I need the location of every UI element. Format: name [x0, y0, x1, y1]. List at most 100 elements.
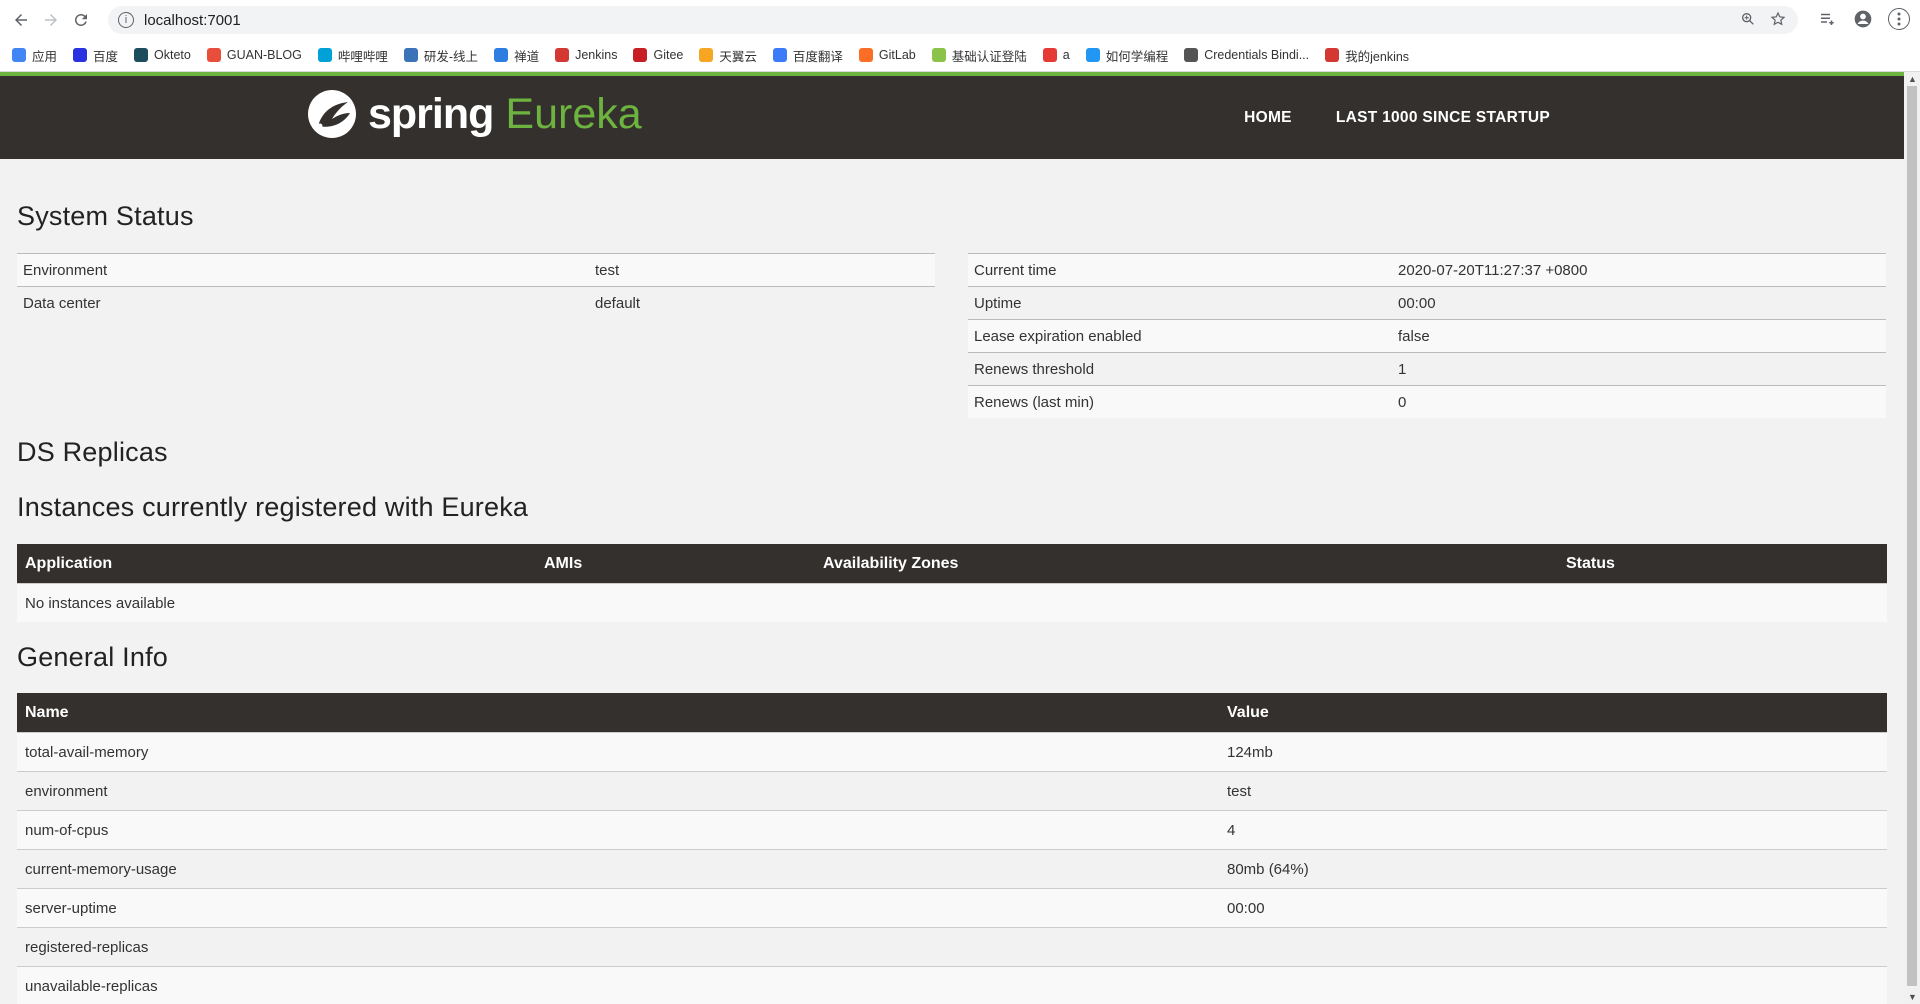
bookmark-favicon-icon	[403, 48, 418, 62]
table-row: Current time 2020-07-20T11:27:37 +0800	[968, 253, 1886, 287]
system-status-right-table: Current time 2020-07-20T11:27:37 +0800 U…	[968, 253, 1886, 418]
table-row: registered-replicas	[17, 927, 1887, 967]
spring-leaf-icon	[308, 90, 356, 138]
info-name: registered-replicas	[17, 927, 1219, 967]
eureka-page: spring Eureka HOME LAST 1000 SINCE START…	[0, 72, 1904, 1004]
bookmark-item[interactable]: Jenkins	[555, 48, 617, 62]
bookmark-label: 基础认证登陆	[951, 49, 1027, 64]
no-instances-text: No instances available	[17, 583, 1887, 622]
logo-word-spring: spring	[368, 89, 494, 138]
reading-list-icon[interactable]	[1816, 8, 1838, 30]
bookmark-label: 天翼云	[719, 49, 757, 64]
status-value: default	[589, 286, 935, 319]
bookmark-favicon-icon	[555, 48, 570, 62]
bookmark-favicon-icon	[12, 48, 26, 62]
status-value: 1	[1392, 352, 1886, 386]
site-info-icon[interactable]: i	[118, 12, 134, 28]
url-text[interactable]: localhost:7001	[144, 12, 241, 29]
bookmark-favicon-icon	[633, 48, 648, 62]
col-name: Name	[17, 693, 1219, 733]
bookmark-item[interactable]: GUAN-BLOG	[206, 48, 302, 62]
bookmark-item[interactable]: 我的jenkins	[1325, 46, 1409, 65]
scroll-down-icon[interactable]: ▼	[1908, 992, 1917, 1002]
info-name: total-avail-memory	[17, 732, 1219, 772]
instances-table: Application AMIs Availability Zones Stat…	[17, 544, 1887, 622]
col-application: Application	[17, 544, 536, 584]
bookmark-label: a	[1062, 48, 1070, 62]
status-name: Renews threshold	[968, 352, 1392, 386]
spring-eureka-logo[interactable]: spring Eureka	[306, 88, 642, 140]
top-navbar: spring Eureka HOME LAST 1000 SINCE START…	[0, 72, 1904, 159]
bookmark-favicon-icon	[1184, 48, 1199, 62]
bookmark-item[interactable]: 禅道	[494, 46, 539, 65]
bookmark-item[interactable]: 天翼云	[699, 46, 757, 65]
back-icon[interactable]	[6, 5, 36, 35]
bookmark-item[interactable]: 哔哩哔哩	[317, 46, 388, 65]
status-name: Lease expiration enabled	[968, 319, 1392, 353]
table-row: Lease expiration enabled false	[968, 319, 1886, 353]
browser-menu-icon[interactable]	[1888, 8, 1910, 30]
bookmark-label: 如何学编程	[1105, 49, 1169, 64]
info-value: 4	[1219, 810, 1887, 850]
bookmark-item[interactable]: Credentials Bindi...	[1184, 48, 1309, 62]
zoom-icon[interactable]	[1740, 11, 1756, 32]
status-value: 00:00	[1392, 286, 1886, 320]
bookmark-label: Jenkins	[575, 48, 618, 62]
info-value	[1219, 966, 1887, 1004]
reload-icon[interactable]	[66, 5, 96, 35]
info-value: 80mb (64%)	[1219, 849, 1887, 889]
status-value: false	[1392, 319, 1886, 353]
status-name: Environment	[17, 253, 589, 287]
bookmark-favicon-icon	[858, 48, 873, 62]
table-row: Uptime 00:00	[968, 286, 1886, 320]
system-status-left-table: Environment test Data center default	[17, 253, 935, 319]
table-header-row: Name Value	[17, 693, 1887, 733]
bookmark-item[interactable]: 应用	[12, 46, 57, 65]
bookmark-label: 哔哩哔哩	[337, 49, 388, 64]
bookmark-label: 百度	[93, 49, 119, 64]
bookmark-item[interactable]: 百度翻译	[772, 46, 843, 65]
table-row: Environment test	[17, 253, 935, 287]
status-value: 0	[1392, 385, 1886, 418]
profile-avatar-icon[interactable]	[1852, 8, 1874, 30]
bookmark-item[interactable]: Gitee	[633, 48, 683, 62]
bookmark-item[interactable]: Okteto	[134, 48, 191, 62]
bookmark-label: Gitee	[653, 48, 684, 62]
bookmark-star-icon[interactable]	[1770, 11, 1786, 32]
bookmark-item[interactable]: 基础认证登陆	[931, 46, 1027, 65]
bookmark-label: GUAN-BLOG	[226, 48, 302, 62]
general-info-heading: General Info	[17, 642, 168, 672]
table-row: server-uptime 00:00	[17, 888, 1887, 928]
scrollbar-thumb[interactable]	[1907, 86, 1917, 986]
info-value: 00:00	[1219, 888, 1887, 928]
bookmark-item[interactable]: 如何学编程	[1085, 46, 1169, 65]
info-value: test	[1219, 771, 1887, 811]
bookmark-favicon-icon	[73, 48, 88, 62]
status-value: 2020-07-20T11:27:37 +0800	[1392, 253, 1886, 287]
bookmark-favicon-icon	[206, 48, 221, 62]
table-row: total-avail-memory 124mb	[17, 732, 1887, 772]
nav-home-link[interactable]: HOME	[1244, 109, 1292, 127]
bookmark-label: GitLab	[878, 48, 916, 62]
status-name: Data center	[17, 286, 589, 319]
bookmark-item[interactable]: 百度	[73, 46, 118, 65]
nav-last-1000-link[interactable]: LAST 1000 SINCE STARTUP	[1336, 109, 1550, 127]
bookmark-item[interactable]: 研发-线上	[403, 46, 478, 65]
info-name: environment	[17, 771, 1219, 811]
bookmark-favicon-icon	[134, 48, 149, 62]
bookmark-item[interactable]: a	[1042, 48, 1070, 62]
page-scrollbar[interactable]: ▲ ▼	[1904, 72, 1920, 1004]
bookmark-label: 应用	[32, 49, 58, 64]
bookmark-item[interactable]: GitLab	[858, 48, 916, 62]
bookmark-favicon-icon	[317, 48, 332, 62]
browser-chrome: i localhost:7001 应用 百度 Okteto GUAN-BLOG 哔哩哔哩…	[0, 0, 1920, 72]
info-value: 124mb	[1219, 732, 1887, 772]
forward-icon[interactable]	[36, 5, 66, 35]
bookmark-label: 禅道	[514, 49, 540, 64]
col-value: Value	[1219, 693, 1887, 733]
nav-links: HOME LAST 1000 SINCE STARTUP	[1244, 76, 1550, 159]
address-bar[interactable]: i localhost:7001	[108, 6, 1798, 34]
bookmark-favicon-icon	[931, 48, 946, 62]
table-row: No instances available	[17, 583, 1887, 622]
scroll-up-icon[interactable]: ▲	[1908, 74, 1917, 84]
